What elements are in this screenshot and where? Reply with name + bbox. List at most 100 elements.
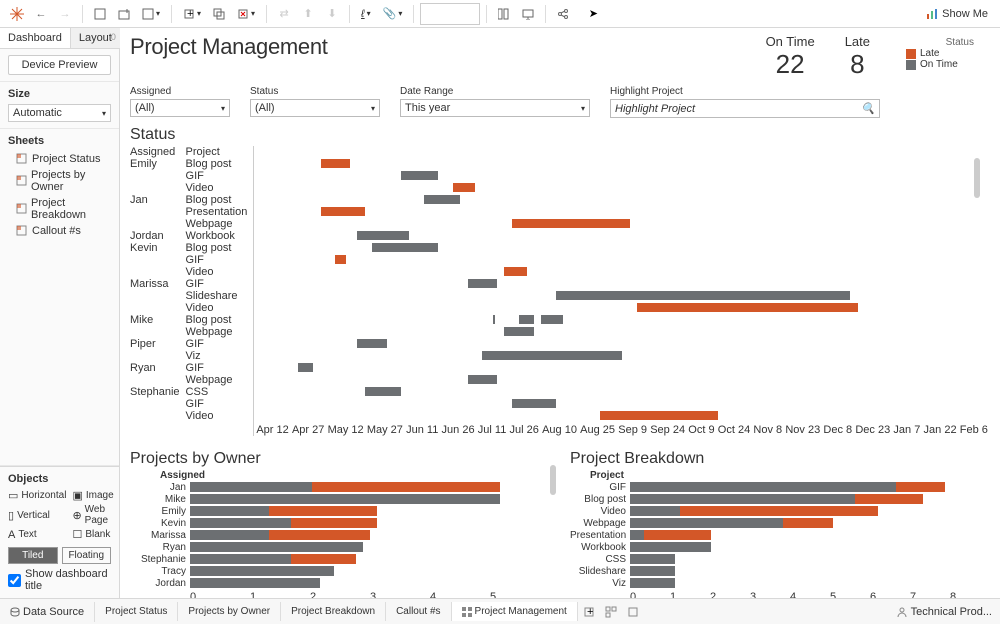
gantt-scrollbar[interactable] [974, 158, 980, 198]
gantt-bar[interactable] [357, 231, 408, 240]
tab-layout[interactable]: Layout0 [71, 28, 120, 48]
gantt-bar[interactable] [541, 315, 563, 324]
bar-segment[interactable] [291, 554, 356, 564]
gantt-bar[interactable] [493, 315, 494, 324]
sheet-item[interactable]: Projects by Owner [8, 167, 111, 195]
gantt-bar[interactable] [519, 315, 534, 324]
bar-row[interactable]: Presentation [570, 529, 990, 541]
bar-segment[interactable] [312, 482, 499, 492]
bar-segment[interactable] [630, 578, 675, 588]
add-sheet-dropdown[interactable]: +▾ [178, 3, 206, 25]
bar-segment[interactable] [630, 506, 680, 516]
bar-segment[interactable] [680, 506, 878, 516]
object-horizontal[interactable]: ▭Horizontal [8, 489, 66, 502]
project-breakdown-chart[interactable]: Project Breakdown Project GIFBlog postVi… [570, 442, 990, 598]
new-story-icon[interactable] [622, 606, 644, 618]
show-me-button[interactable]: Show Me [920, 8, 994, 20]
new-sheet-dropdown[interactable]: ▾ [137, 3, 165, 25]
group-dropdown[interactable]: 📎▾ [378, 3, 408, 25]
sort-desc-icon[interactable]: ⬇ [321, 3, 343, 25]
bar-segment[interactable] [190, 554, 291, 564]
gantt-bar[interactable] [321, 207, 365, 216]
bar-row[interactable]: Blog post [570, 493, 990, 505]
bar-row[interactable]: Webpage [570, 517, 990, 529]
bar-row[interactable]: Tracy [130, 565, 550, 577]
sort-asc-icon[interactable]: ⬆ [297, 3, 319, 25]
bar-segment[interactable] [190, 566, 334, 576]
tiled-button[interactable]: Tiled [8, 547, 58, 564]
bar-row[interactable]: CSS [570, 553, 990, 565]
footer-tab[interactable]: Callout #s [386, 602, 451, 621]
size-select[interactable]: Automatic▾ [8, 104, 111, 122]
bar-segment[interactable] [644, 530, 712, 540]
projects-by-owner-chart[interactable]: Projects by Owner Assigned JanMikeEmilyK… [130, 442, 550, 598]
footer-tab[interactable]: Project Breakdown [281, 602, 386, 621]
bar-segment[interactable] [896, 482, 946, 492]
footer-tab[interactable]: Project Management [452, 602, 578, 621]
cards-icon[interactable] [493, 3, 515, 25]
bar-segment[interactable] [291, 518, 377, 528]
bar-segment[interactable] [190, 542, 363, 552]
highlight-search[interactable]: Highlight Project🔍 [610, 99, 880, 118]
object-blank[interactable]: ☐Blank [72, 528, 113, 541]
back-icon[interactable]: ← [30, 3, 52, 25]
gantt-bar[interactable] [600, 411, 718, 420]
legend-item[interactable]: Late [906, 48, 974, 59]
gantt-bar[interactable] [512, 219, 630, 228]
presentation-icon[interactable] [517, 3, 539, 25]
gantt-bar[interactable] [372, 243, 438, 252]
bar-row[interactable]: Viz [570, 577, 990, 589]
bar-segment[interactable] [783, 518, 833, 528]
gantt-bar[interactable] [424, 195, 461, 204]
object-image[interactable]: ▣Image [72, 489, 113, 502]
bar-segment[interactable] [630, 494, 855, 504]
bar-row[interactable]: Workbook [570, 541, 990, 553]
bar-row[interactable]: Kevin [130, 517, 550, 529]
duplicate-icon[interactable] [208, 3, 230, 25]
logo-icon[interactable] [6, 3, 28, 25]
sheet-item[interactable]: Project Breakdown [8, 195, 111, 223]
bar-segment[interactable] [269, 506, 377, 516]
clear-dropdown[interactable]: ▾ [232, 3, 260, 25]
gantt-bar[interactable] [321, 159, 350, 168]
pbo-scrollbar[interactable] [550, 465, 556, 495]
tab-dashboard[interactable]: Dashboard [0, 28, 71, 48]
bar-row[interactable]: Mike [130, 493, 550, 505]
bar-row[interactable]: Jordan [130, 577, 550, 589]
gantt-bar[interactable] [401, 171, 438, 180]
object-text[interactable]: AText [8, 528, 66, 541]
gantt-bar[interactable] [482, 351, 622, 360]
gantt-bar[interactable] [468, 375, 497, 384]
filter-status[interactable]: (All)▾ [250, 99, 380, 117]
new-data-icon[interactable] [113, 3, 135, 25]
swap-icon[interactable]: ⇄ [273, 3, 295, 25]
footer-tab[interactable]: Projects by Owner [178, 602, 281, 621]
share-icon[interactable] [552, 3, 574, 25]
new-worksheet-icon[interactable]: + [578, 606, 600, 618]
device-preview-button[interactable]: Device Preview [8, 55, 111, 75]
sheet-item[interactable]: Project Status [8, 151, 111, 167]
bar-segment[interactable] [190, 518, 291, 528]
forward-icon[interactable]: → [54, 3, 76, 25]
bar-row[interactable]: Stephanie [130, 553, 550, 565]
bar-segment[interactable] [630, 482, 896, 492]
gantt-bar[interactable] [504, 327, 533, 336]
gantt-bar[interactable] [335, 255, 346, 264]
gantt-bar[interactable] [512, 399, 556, 408]
filter-assigned[interactable]: (All)▾ [130, 99, 230, 117]
object-web-page[interactable]: ⊕Web Page [72, 504, 113, 526]
new-dashboard-icon[interactable] [600, 606, 622, 618]
bar-segment[interactable] [190, 482, 312, 492]
bar-row[interactable]: Marissa [130, 529, 550, 541]
bar-segment[interactable] [630, 566, 675, 576]
gantt-bar[interactable] [504, 267, 526, 276]
gantt-bar[interactable] [556, 291, 850, 300]
sheet-item[interactable]: Callout #s [8, 223, 111, 239]
gantt-chart[interactable]: AssignedEmilyJanJordanKevinMarissaMikePi… [130, 146, 990, 436]
gantt-bar[interactable] [468, 279, 497, 288]
gantt-bar[interactable] [637, 303, 858, 312]
bar-segment[interactable] [269, 530, 370, 540]
object-vertical[interactable]: ▯Vertical [8, 504, 66, 526]
data-source-tab[interactable]: Data Source [0, 602, 95, 622]
bar-row[interactable]: Ryan [130, 541, 550, 553]
